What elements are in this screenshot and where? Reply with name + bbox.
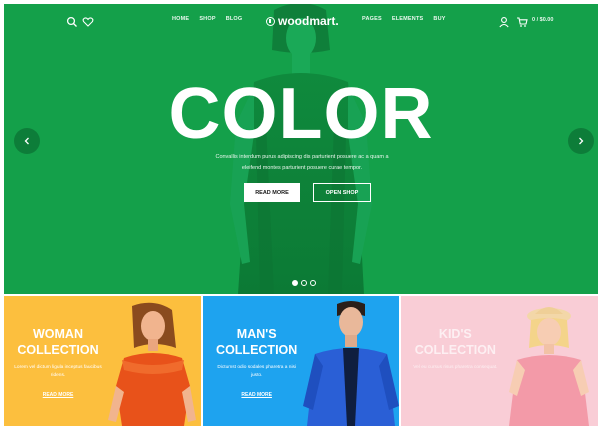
kid-collection-title: KID'S COLLECTION bbox=[407, 326, 503, 358]
slider-dot[interactable] bbox=[292, 280, 298, 286]
man-collection-card[interactable]: MAN'S COLLECTION Dictumst odio sodales p… bbox=[202, 296, 400, 426]
chevron-left-icon bbox=[23, 132, 31, 150]
woman-model-image bbox=[108, 302, 196, 426]
nav-item-blog[interactable]: BLOG bbox=[226, 16, 243, 22]
kid-model-image bbox=[509, 307, 590, 426]
search-icon[interactable] bbox=[66, 15, 78, 27]
woman-collection-card[interactable]: WOMAN COLLECTION Lorem vel dictum ligula… bbox=[4, 296, 201, 426]
kid-collection-card[interactable]: KID'S COLLECTION Vel eu cursus risus pha… bbox=[401, 296, 599, 426]
hero-subtext: Convallis interdum purus adipiscing dis … bbox=[215, 154, 389, 171]
title-line: COLLECTION bbox=[216, 343, 298, 357]
title-line: COLLECTION bbox=[414, 343, 496, 357]
nav-item-pages[interactable]: PAGES bbox=[362, 16, 382, 22]
nav-item-shop[interactable]: SHOP bbox=[199, 16, 215, 22]
page-frame: HOME SHOP BLOG woodmart. PAGES ELEMENTS … bbox=[4, 4, 599, 426]
primary-nav-left: HOME SHOP BLOG bbox=[172, 16, 242, 22]
user-icon[interactable] bbox=[498, 15, 510, 28]
collection-banners: WOMAN COLLECTION Lorem vel dictum ligula… bbox=[4, 296, 599, 426]
man-read-more-link[interactable]: READ MORE bbox=[233, 392, 281, 398]
hero-slider: HOME SHOP BLOG woodmart. PAGES ELEMENTS … bbox=[4, 4, 598, 294]
slider-next-button[interactable] bbox=[568, 128, 594, 154]
slider-dot[interactable] bbox=[310, 280, 316, 286]
site-logo[interactable]: woodmart. bbox=[266, 12, 346, 30]
nav-item-home[interactable]: HOME bbox=[172, 16, 189, 22]
cart-total[interactable]: 0 / $0.00 bbox=[532, 17, 553, 23]
nav-item-elements[interactable]: ELEMENTS bbox=[392, 16, 424, 22]
man-collection-title: MAN'S COLLECTION bbox=[209, 326, 305, 358]
title-line: WOMAN bbox=[33, 327, 83, 341]
cart-icon[interactable] bbox=[516, 15, 528, 27]
man-model-image bbox=[302, 301, 399, 426]
open-shop-button[interactable]: OPEN SHOP bbox=[313, 183, 371, 202]
slider-dot[interactable] bbox=[301, 280, 307, 286]
read-more-button[interactable]: READ MORE bbox=[244, 183, 300, 202]
title-line: MAN'S bbox=[236, 327, 277, 341]
heart-icon[interactable] bbox=[82, 15, 94, 27]
hero-headline: COLOR bbox=[168, 74, 434, 154]
chevron-right-icon bbox=[577, 132, 585, 150]
header-bar: HOME SHOP BLOG woodmart. PAGES ELEMENTS … bbox=[4, 4, 598, 38]
primary-nav-right: PAGES ELEMENTS BUY bbox=[362, 16, 446, 22]
title-line: KID'S bbox=[438, 327, 472, 341]
title-line: COLLECTION bbox=[17, 343, 99, 357]
logo-mark-icon bbox=[266, 16, 275, 26]
nav-item-buy[interactable]: BUY bbox=[433, 16, 445, 22]
woman-collection-desc: Lorem vel dictum ligula inceptus faucibu… bbox=[14, 365, 102, 378]
logo-text: woodmart. bbox=[278, 14, 339, 28]
slider-pagination bbox=[292, 280, 316, 286]
kid-collection-desc: Vel eu cursus risus pharetra consequat. bbox=[413, 365, 498, 370]
woman-collection-title: WOMAN COLLECTION bbox=[10, 326, 106, 358]
woman-read-more-link[interactable]: READ MORE bbox=[34, 392, 82, 398]
man-collection-desc: Dictumst odio sodales pharetra a nisi ju… bbox=[217, 365, 296, 378]
slider-prev-button[interactable] bbox=[14, 128, 40, 154]
